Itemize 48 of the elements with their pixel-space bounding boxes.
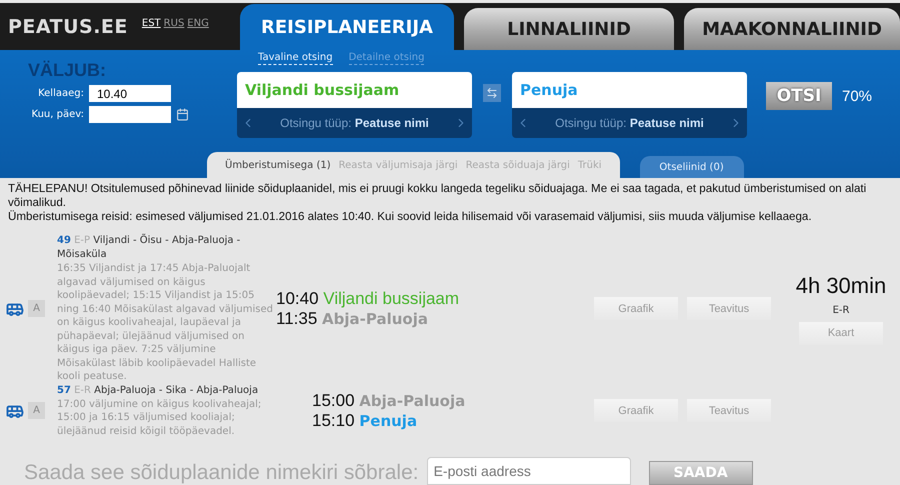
search-type-text: Otsingu tüüp: Peatuse nimi (555, 116, 704, 130)
map-button[interactable]: Kaart (799, 322, 883, 345)
main-tab[interactable]: REISIPLANEERIJA (240, 4, 454, 50)
main-tab[interactable]: LINNALIINID (464, 8, 674, 50)
trip-duration: 4h 30min (796, 272, 886, 299)
date-label: Kuu, päev: (30, 109, 84, 120)
logo[interactable]: PEATUS.EE (8, 16, 128, 38)
main-tab[interactable]: MAAKONNALIINID (684, 8, 900, 50)
route-badge: A (28, 402, 45, 420)
result-tab-label[interactable]: Ümberistumisega (1) (225, 160, 331, 170)
departure-heading: VÄLJUB: (28, 60, 108, 81)
trip-button[interactable]: Graafik (594, 297, 678, 320)
swap-icon (486, 87, 498, 99)
route-title[interactable]: 49 E-P Viljandi - Õisu - Abja-Paluoja - Mõisaküla (57, 234, 276, 262)
stop-time: 15:10 Penuja (312, 410, 418, 431)
trip-button[interactable]: Graafik (594, 399, 678, 422)
stop-input[interactable]: Penuja (512, 72, 747, 108)
time-label: Kellaaeg: (37, 88, 84, 99)
email-field[interactable]: E-posti aadress (426, 457, 631, 485)
share-label: Saada see sõiduplaanide nimekiri sõbrale: (24, 461, 419, 485)
swap-button[interactable] (483, 84, 501, 102)
route-notes: 17:00 väljumine on käigus koolivaheajal; 15:00 ja 16:15 väljumised kooliajal; ülejäänud reisid kõigil tööpäevadel. (57, 398, 262, 438)
language-link[interactable]: RUS (164, 18, 184, 29)
result-tab[interactable]: Otseliinid (0) (640, 156, 744, 178)
stop-time: 10:40 Viljandi bussijaam (276, 288, 460, 309)
result-tab-label[interactable]: Otseliinid (0) (659, 162, 724, 172)
trip-days: E-R (832, 304, 850, 316)
search-mode-link[interactable]: Tavaline otsing (258, 52, 333, 65)
language-link[interactable]: EST (142, 18, 161, 29)
zoom-level: 70% (842, 88, 872, 105)
stop-field[interactable]: Viljandi bussijaam Otsingu tüüp: Peatuse nimi (237, 72, 472, 138)
notice-text: Ümberistumisega reisid: esimesed väljumised 21.01.2016 alates 10:40. Kui soovid leida hilisemaid või varasemaid väljumisi, siis muuda väljumise kellaaega. (7, 210, 813, 224)
stop-field[interactable]: Penuja Otsingu tüüp: Peatuse nimi (512, 72, 747, 138)
date-input[interactable] (89, 106, 171, 123)
stop-time: 11:35 Abja-Paluoja (276, 308, 429, 329)
search-type-text: Otsingu tüüp: Peatuse nimi (280, 116, 429, 130)
stop-input[interactable]: Viljandi bussijaam (237, 72, 472, 108)
trip-button[interactable]: Teavitus (687, 297, 771, 320)
stop-time: 15:00 Abja-Paluoja (312, 390, 466, 411)
result-tab[interactable]: Ümberistumisega (1) Reasta väljumisaja järgi Reasta sõiduaja järgi Trüki (207, 152, 620, 178)
trip-button[interactable]: Teavitus (687, 399, 771, 422)
route-title[interactable]: 57 E-R Abja-Paluoja - Sika - Abja-Paluoja (57, 384, 276, 398)
language-link[interactable]: ENG (187, 18, 209, 29)
time-input[interactable]: 10.40 (89, 85, 171, 102)
calendar-icon[interactable] (176, 108, 189, 121)
route-notes: 16:35 Viljandist ja 17:45 Abja-Paluojalt algavad väljumised on käigus koolipäevadel; 15:15 Viljandist ja 15:05 ning 16:40 Mõisakülast algavad väljumised on käigus koolivaheajal, laupäeval ja pühapäeval; ülejäänud väljumised on käigus iga päev. 7:25 väljumine Mõisakülast läbib koolipäevadel Halliste kooli peatuse. (57, 262, 274, 384)
route-badge: A (28, 300, 45, 318)
notice-text: TÄHELEPANU! Otsitulemused põhinevad liinide sõiduplaanidel, mis ei pruugi kokku langeda tegeliku sõiduajaga. Me ei saa tagada, et pakutud ümberistumised on alati võimalikud. (7, 182, 868, 210)
